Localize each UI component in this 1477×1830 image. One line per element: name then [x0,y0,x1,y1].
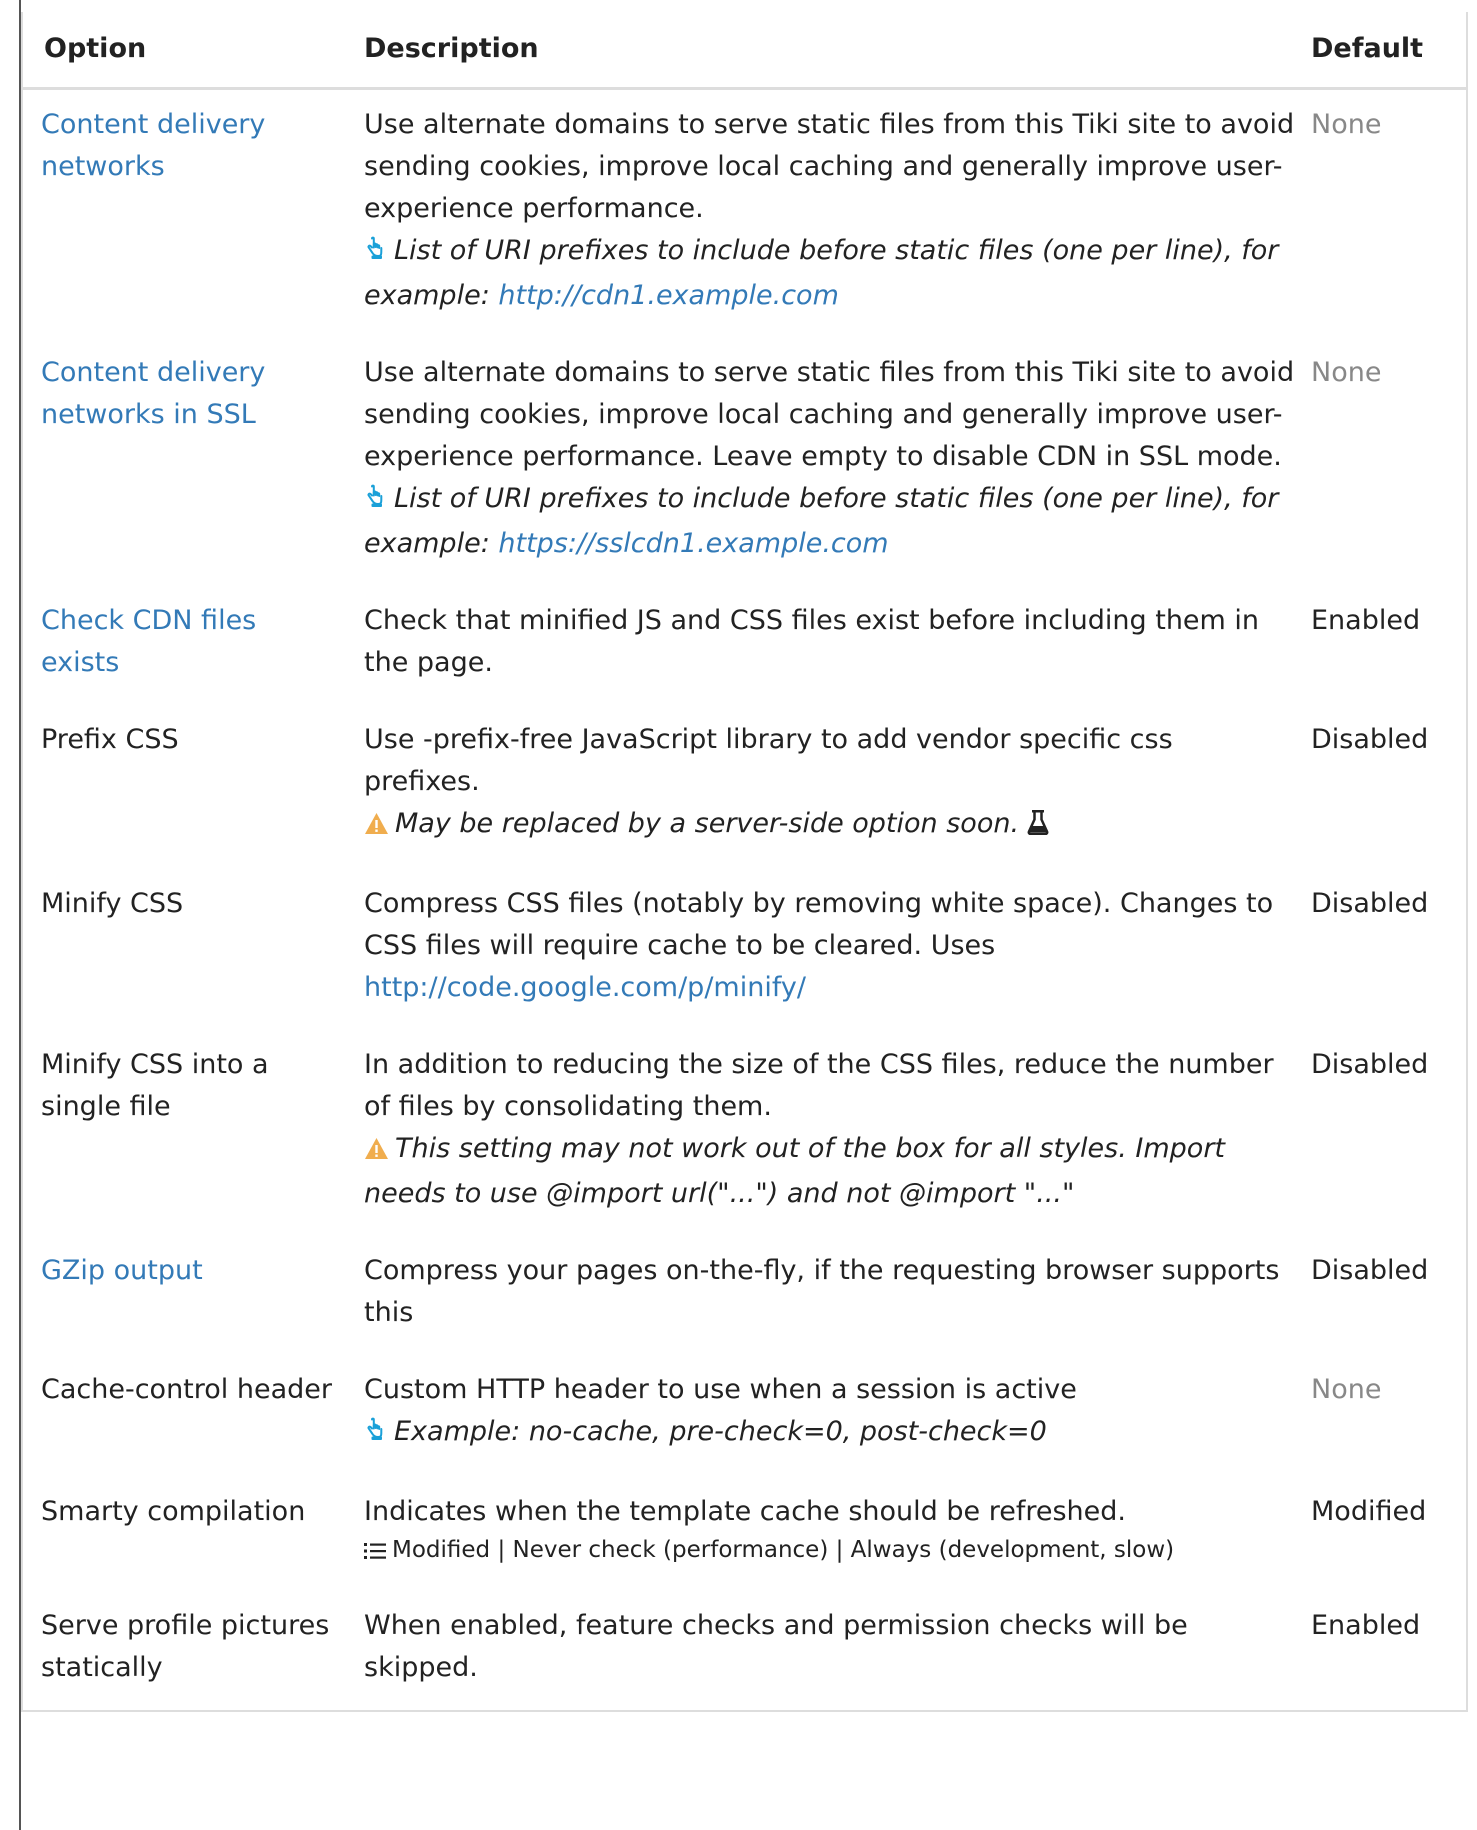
description-text: When enabled, feature checks and permiss… [364,1610,1188,1683]
default-value: Disabled [1311,888,1429,919]
hint-block: List of URI prefixes to include before s… [364,478,1296,565]
description-text: Check that minified JS and CSS files exi… [364,605,1260,678]
option-cell: Smarty compilation [23,1477,353,1591]
description-cell: Indicates when the template cache should… [353,1477,1306,1591]
preferences-table-container: Option Description Default Content deliv… [21,12,1468,1712]
default-cell: Disabled [1306,869,1466,1030]
default-value: Enabled [1311,1610,1421,1641]
header-default: Default [1306,12,1466,90]
description-text: Use alternate domains to serve static fi… [364,357,1295,472]
hint-link[interactable]: http://cdn1.example.com [498,280,839,311]
warning-text: This setting may not work out of the box… [364,1133,1226,1209]
default-value: Enabled [1311,605,1421,636]
description-cell: In addition to reducing the size of the … [353,1030,1306,1236]
table-row: Cache-control header Custom HTTP header t… [23,1355,1466,1477]
option-name: Cache-control header [41,1374,333,1405]
default-cell: Disabled [1306,705,1466,869]
warning-icon [364,806,389,848]
table-row: Smarty compilation Indicates when the tem… [23,1477,1466,1591]
warning-block: May be replaced by a server-side option … [364,803,1296,848]
description-cell: Compress your pages on-the-fly, if the r… [353,1236,1306,1355]
option-link[interactable]: GZip output [41,1255,203,1286]
hand-pointer-icon [364,1414,388,1456]
hand-pointer-icon [364,481,388,523]
options-list: Modified | Never check (performance) | A… [364,1533,1296,1570]
hint-block: List of URI prefixes to include before s… [364,230,1296,317]
default-value: None [1311,357,1382,388]
table-row: Check CDN files exists Check that minifie… [23,586,1466,705]
option-name: Minify CSS [41,888,184,919]
option-cell: Content delivery networks [23,89,353,339]
description-text: Compress CSS files (notably by removing … [364,888,1274,961]
default-value: None [1311,1374,1382,1405]
default-cell: Enabled [1306,1591,1466,1710]
flask-icon [1027,806,1049,848]
header-description: Description [353,12,1306,90]
hand-pointer-icon [364,233,388,275]
list-icon [364,1536,386,1570]
default-cell: None [1306,1355,1466,1477]
description-link[interactable]: http://code.google.com/p/minify/ [364,972,806,1003]
option-link[interactable]: Content delivery networks in SSL [41,357,265,430]
description-cell: Use -prefix-free JavaScript library to a… [353,705,1306,869]
table-header-row: Option Description Default [23,12,1466,90]
options-text: Modified | Never check (performance) | A… [392,1537,1175,1563]
option-cell: Serve profile pictures statically [23,1591,353,1710]
description-text: Use alternate domains to serve static fi… [364,109,1295,224]
description-text: Compress your pages on-the-fly, if the r… [364,1255,1280,1328]
description-cell: Custom HTTP header to use when a session… [353,1355,1306,1477]
default-cell: Disabled [1306,1236,1466,1355]
warning-text: May be replaced by a server-side option … [395,808,1020,839]
hint-link[interactable]: https://sslcdn1.example.com [498,528,888,559]
table-row: Serve profile pictures statically When en… [23,1591,1466,1710]
default-value: Disabled [1311,724,1429,755]
table-row: GZip output Compress your pages on-the-fl… [23,1236,1466,1355]
default-cell: Enabled [1306,586,1466,705]
option-link[interactable]: Content delivery networks [41,109,265,182]
hint-block: Example: no-cache, pre-check=0, post-che… [364,1411,1296,1456]
option-name: Prefix CSS [41,724,179,755]
warning-block: This setting may not work out of the box… [364,1128,1296,1215]
option-name: Smarty compilation [41,1496,306,1527]
table-row: Minify CSS into a single file In addition… [23,1030,1466,1236]
option-name: Minify CSS into a single file [41,1049,269,1122]
option-cell: Check CDN files exists [23,586,353,705]
option-cell: Content delivery networks in SSL [23,338,353,586]
description-cell: Compress CSS files (notably by removing … [353,869,1306,1030]
table-row: Prefix CSS Use -prefix-free JavaScript li… [23,705,1466,869]
preferences-table: Option Description Default Content deliv… [23,12,1466,1710]
description-text: Indicates when the template cache should… [364,1496,1126,1527]
default-cell: None [1306,89,1466,339]
default-value: None [1311,109,1382,140]
description-text: Custom HTTP header to use when a session… [364,1374,1077,1405]
table-row: Content delivery networks in SSL Use alte… [23,338,1466,586]
table-row: Content delivery networks Use alternate d… [23,89,1466,339]
description-cell: When enabled, feature checks and permiss… [353,1591,1306,1710]
option-link[interactable]: Check CDN files exists [41,605,256,678]
warning-icon [364,1131,389,1173]
description-cell: Use alternate domains to serve static fi… [353,338,1306,586]
header-option: Option [23,12,353,90]
option-cell: Prefix CSS [23,705,353,869]
table-row: Minify CSS Compress CSS files (notably by… [23,869,1466,1030]
default-cell: Modified [1306,1477,1466,1591]
description-cell: Use alternate domains to serve static fi… [353,89,1306,339]
option-cell: GZip output [23,1236,353,1355]
option-name: Serve profile pictures statically [41,1610,330,1683]
default-value: Modified [1311,1496,1427,1527]
option-cell: Cache-control header [23,1355,353,1477]
default-cell: Disabled [1306,1030,1466,1236]
option-cell: Minify CSS [23,869,353,1030]
hint-text: Example: no-cache, pre-check=0, post-che… [394,1416,1047,1447]
description-cell: Check that minified JS and CSS files exi… [353,586,1306,705]
default-cell: None [1306,338,1466,586]
default-value: Disabled [1311,1049,1429,1080]
option-cell: Minify CSS into a single file [23,1030,353,1236]
description-text: Use -prefix-free JavaScript library to a… [364,724,1173,797]
default-value: Disabled [1311,1255,1429,1286]
description-text: In addition to reducing the size of the … [364,1049,1274,1122]
